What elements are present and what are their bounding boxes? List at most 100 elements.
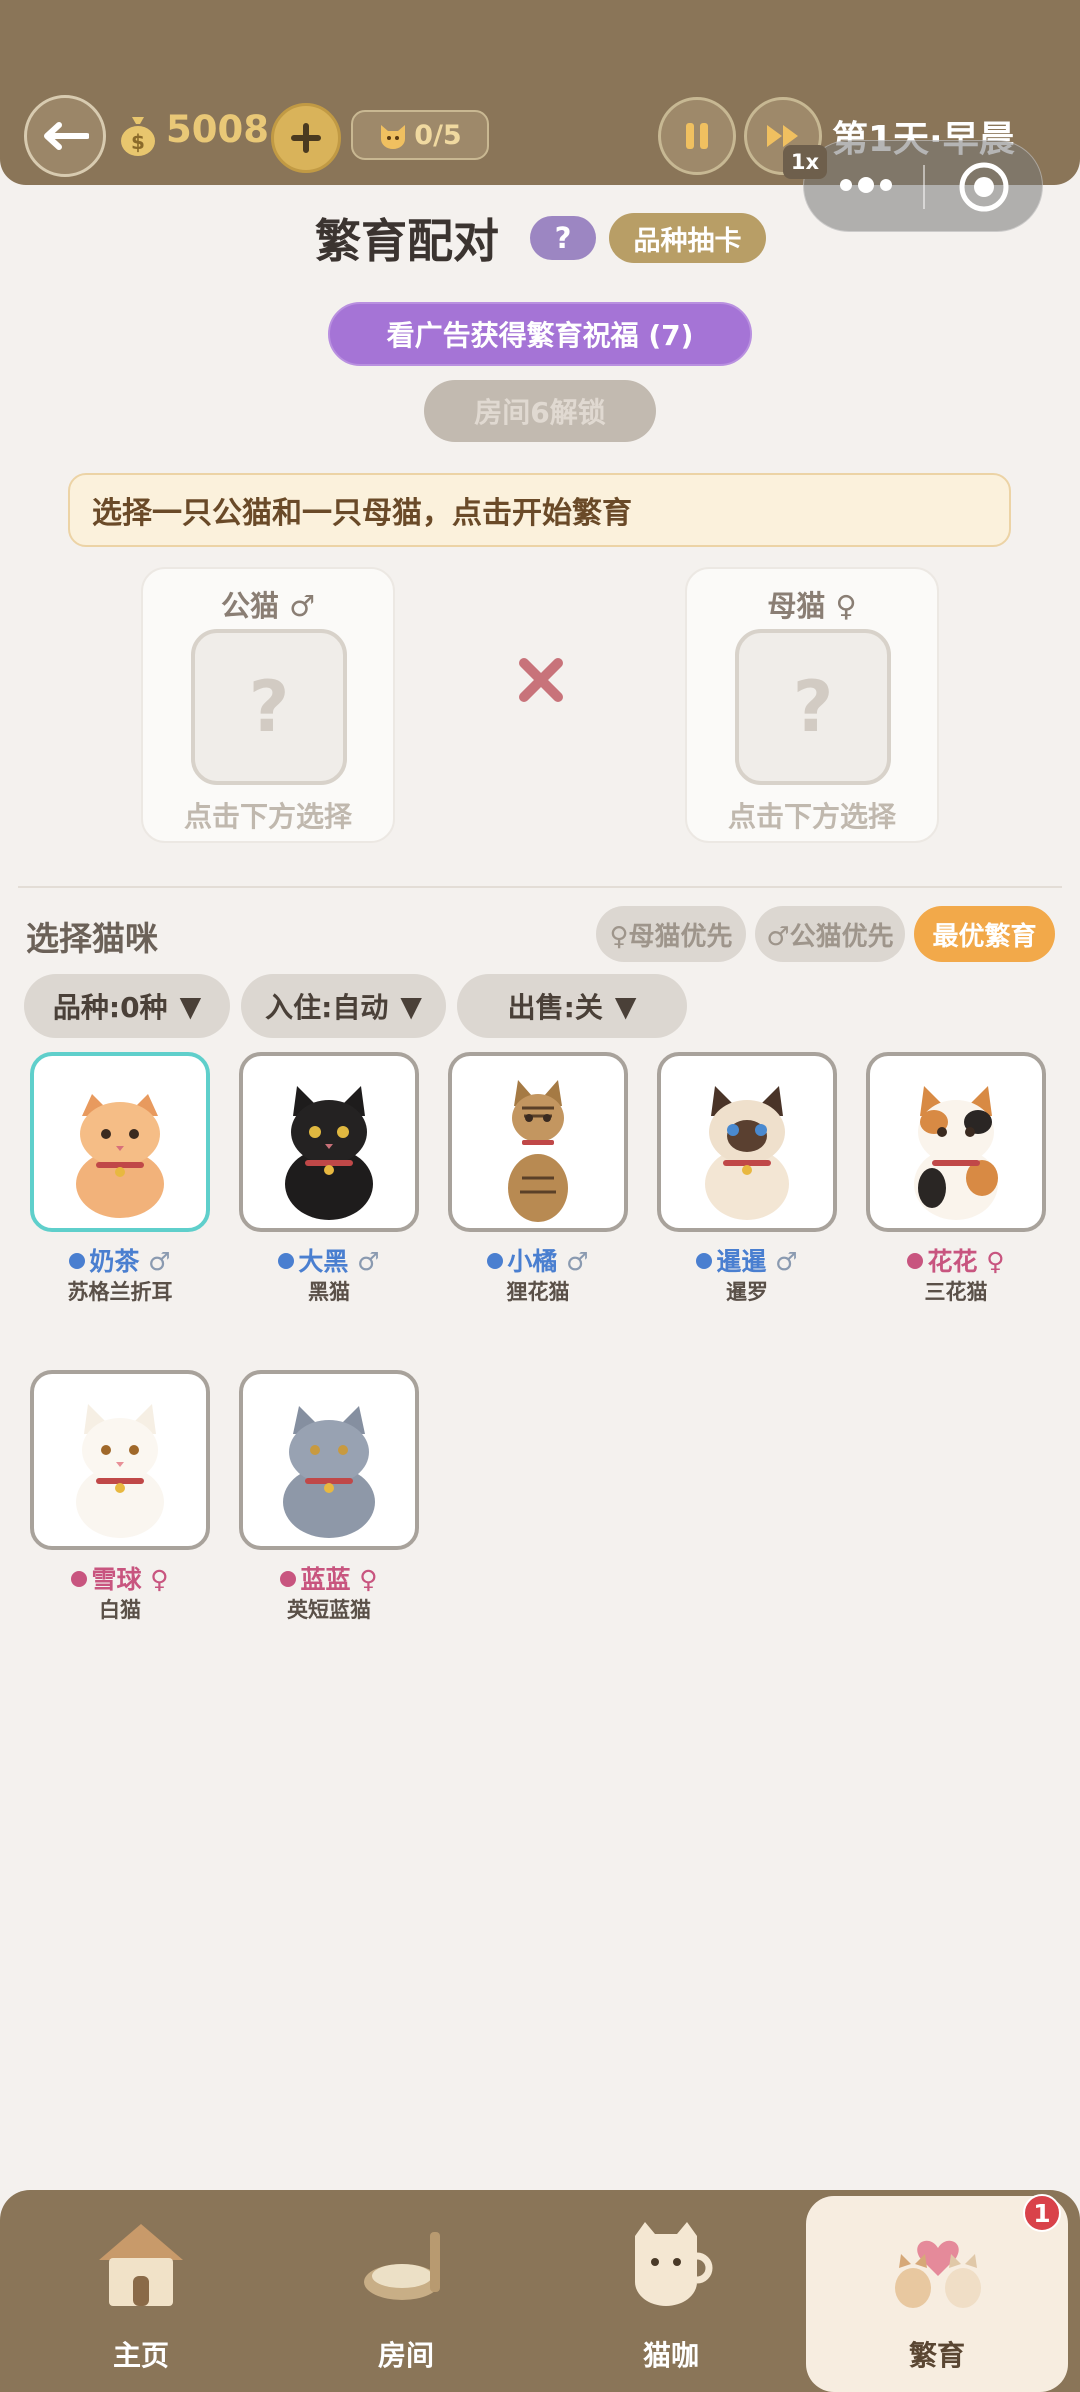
male-slot-label: 公猫 ♂ xyxy=(143,583,393,625)
cat-name: 雪球 ♀ xyxy=(30,1560,210,1596)
add-coins-button[interactable] xyxy=(271,103,341,173)
cat-name-text: 花花 xyxy=(927,1247,978,1276)
cat-name-text: 小橘 xyxy=(507,1247,558,1276)
chevron-down-icon: ▼ xyxy=(400,989,422,1023)
tab-room-label: 房间 xyxy=(377,2339,434,2372)
cat-name: 大黑 ♂ xyxy=(239,1242,419,1278)
arrow-left-icon xyxy=(44,122,89,150)
female-cat-slot[interactable]: 母猫 ♀ ? 点击下方选择 xyxy=(685,567,939,843)
male-slot-hint: 点击下方选择 xyxy=(183,800,352,833)
cat-breed: 白猫 xyxy=(99,1598,141,1622)
breed-draw-button[interactable]: 品种抽卡 xyxy=(609,213,766,263)
male-cat-slot[interactable]: 公猫 ♂ ? 点击下方选择 xyxy=(141,567,395,843)
tab-cat-cafe[interactable]: 猫咖 xyxy=(540,2196,802,2392)
gender-icon: ♂ xyxy=(775,1247,798,1276)
gender-icon: ♂ xyxy=(357,1247,380,1276)
female-symbol-icon: ♀ xyxy=(835,589,857,623)
section-divider xyxy=(18,886,1062,888)
cat-card-xiaoju[interactable] xyxy=(448,1052,628,1232)
pause-icon xyxy=(686,123,708,149)
cat-capacity-badge: 0/5 xyxy=(351,110,489,160)
cat-portrait-icon xyxy=(705,1086,789,1220)
sort-female-first-button[interactable]: ♀母猫优先 xyxy=(596,906,746,962)
breed-filter-dropdown[interactable]: 品种:0种 ▼ xyxy=(24,974,230,1038)
select-cat-heading: 选择猫咪 xyxy=(26,919,158,958)
cat-breed: 英短蓝猫 xyxy=(287,1598,371,1622)
cat-portrait-icon xyxy=(283,1406,375,1538)
cat-portrait-icon xyxy=(285,1086,373,1220)
more-dots-icon[interactable] xyxy=(838,173,894,197)
female-slot-placeholder[interactable]: ? xyxy=(735,629,891,785)
cat-face-icon xyxy=(381,125,406,149)
best-breeding-button[interactable]: 最优繁育 xyxy=(914,906,1055,962)
chevron-down-icon: ▼ xyxy=(179,989,202,1023)
cat-capacity-text: 0/5 xyxy=(414,119,462,151)
male-slot-placeholder[interactable]: ? xyxy=(191,629,347,785)
female-dot-icon xyxy=(280,1571,297,1587)
room-icon xyxy=(364,2232,440,2300)
money-bag-icon: $ xyxy=(121,117,155,156)
tab-room[interactable]: 房间 xyxy=(275,2196,537,2392)
cat-breed: 暹罗 xyxy=(726,1280,768,1304)
tab-home-label: 主页 xyxy=(112,2339,169,2372)
cat-card-dahei[interactable] xyxy=(239,1052,419,1232)
cat-portrait-icon xyxy=(914,1086,998,1220)
male-dot-icon xyxy=(696,1253,713,1269)
female-slot-title: 母猫 xyxy=(767,589,826,623)
cat-card-xianxian[interactable] xyxy=(657,1052,837,1232)
tab-home[interactable]: 主页 xyxy=(10,2196,272,2392)
gender-icon: ♀ xyxy=(150,1565,169,1594)
room-unlock-button[interactable]: 房间6解锁 xyxy=(424,380,656,442)
cat-portrait-icon xyxy=(508,1080,568,1222)
capsule-divider xyxy=(923,165,925,209)
checkin-filter-label: 入住:自动 xyxy=(265,991,389,1024)
close-target-icon[interactable] xyxy=(958,161,1010,213)
tab-cat-cafe-label: 猫咖 xyxy=(642,2339,699,2372)
female-dot-icon xyxy=(907,1253,924,1269)
female-slot-label: 母猫 ♀ xyxy=(687,583,937,625)
sell-filter-dropdown[interactable]: 出售:关 ▼ xyxy=(457,974,687,1038)
cat-name: 暹暹 ♂ xyxy=(657,1242,837,1278)
mini-program-capsule[interactable] xyxy=(803,140,1043,232)
house-icon xyxy=(99,2224,183,2306)
breed-filter-label: 品种:0种 xyxy=(52,991,168,1024)
cat-name: 小橘 ♂ xyxy=(448,1242,628,1278)
checkin-filter-dropdown[interactable]: 入住:自动 ▼ xyxy=(241,974,446,1038)
gender-icon: ♀ xyxy=(986,1247,1005,1276)
breeding-icon xyxy=(895,2240,981,2308)
cat-breed: 三花猫 xyxy=(924,1280,988,1304)
male-symbol-icon: ♂ xyxy=(289,589,316,623)
notification-badge: 1 xyxy=(1023,2194,1061,2232)
pause-button[interactable] xyxy=(658,97,736,175)
cat-breed: 狸花猫 xyxy=(506,1280,570,1304)
cat-card-xueqiu[interactable] xyxy=(30,1370,210,1550)
cat-name: 花花 ♀ xyxy=(866,1242,1046,1278)
back-button[interactable] xyxy=(24,95,106,177)
cross-icon xyxy=(519,658,563,702)
gender-icon: ♂ xyxy=(566,1247,589,1276)
coin-balance: 5008 xyxy=(166,108,269,151)
cat-card-huahua[interactable] xyxy=(866,1052,1046,1232)
gender-icon: ♀ xyxy=(359,1565,378,1594)
male-dot-icon xyxy=(278,1253,295,1269)
sell-filter-label: 出售:关 xyxy=(507,991,603,1024)
cat-name: 蓝蓝 ♀ xyxy=(239,1560,419,1596)
watch-ad-blessing-button[interactable]: 看广告获得繁育祝福 (7) xyxy=(328,302,752,366)
svg-text:$: $ xyxy=(131,130,145,154)
cat-portrait-icon xyxy=(76,1404,164,1538)
cat-breed: 黑猫 xyxy=(308,1280,350,1304)
tab-breeding-label: 繁育 xyxy=(908,2339,965,2372)
cat-portrait-icon xyxy=(76,1094,164,1218)
cat-name: 奶茶 ♂ xyxy=(30,1242,210,1278)
female-dot-icon xyxy=(71,1571,88,1587)
speed-badge[interactable]: 1x xyxy=(783,145,827,179)
cat-breed: 苏格兰折耳 xyxy=(67,1280,173,1304)
plus-icon xyxy=(291,123,321,153)
sort-male-first-button[interactable]: ♂公猫优先 xyxy=(755,906,905,962)
help-button[interactable]: ? xyxy=(530,216,596,260)
cat-name-text: 暹暹 xyxy=(716,1247,767,1276)
page-title: 繁育配对 xyxy=(315,214,499,268)
cat-card-lanlan[interactable] xyxy=(239,1370,419,1550)
cat-name-text: 雪球 xyxy=(91,1565,142,1594)
cat-card-naicha[interactable] xyxy=(30,1052,210,1232)
